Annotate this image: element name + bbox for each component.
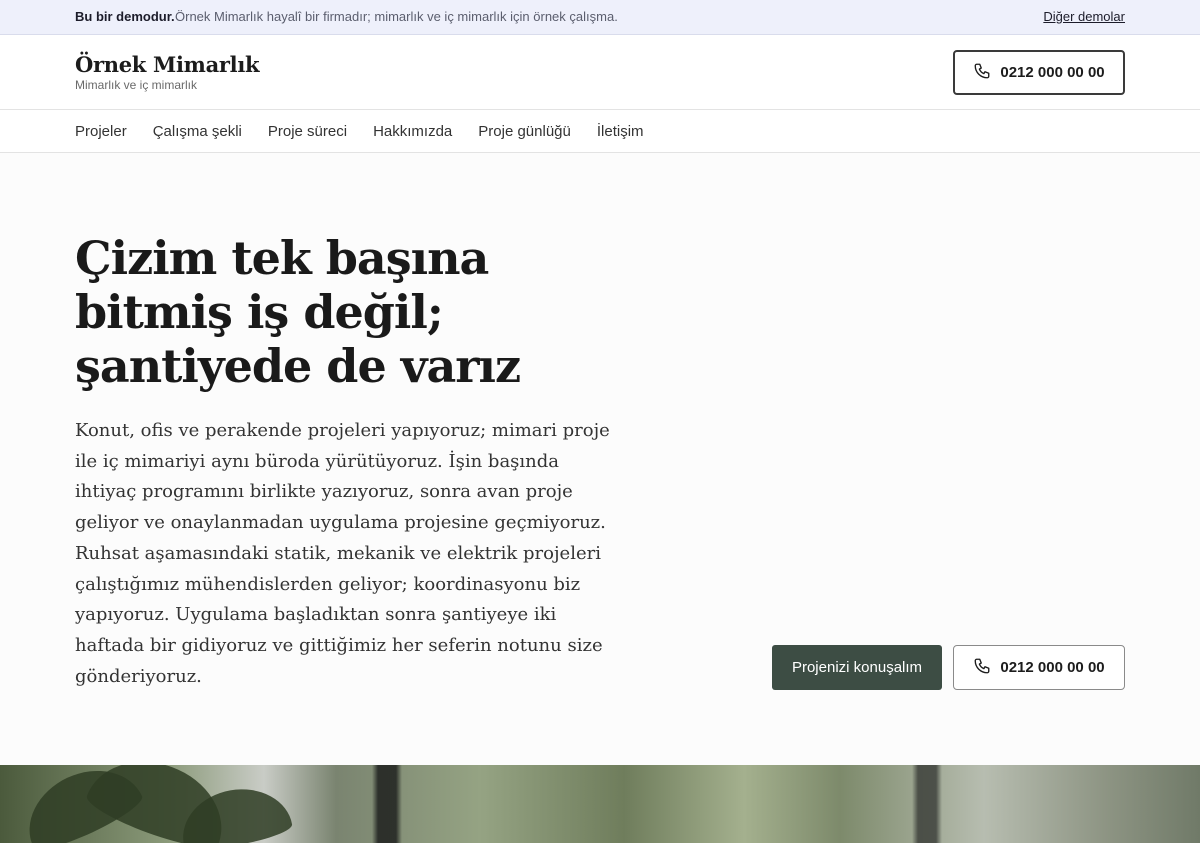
nav-item-proje-gunlugu[interactable]: Proje günlüğü — [478, 123, 571, 140]
hero-lead: Konut, ofis ve perakende projeleri yapıy… — [75, 420, 610, 687]
nav-item-calisma-sekli[interactable]: Çalışma şekli — [153, 123, 242, 140]
brand-name[interactable]: Örnek Mimarlık — [75, 52, 260, 77]
demo-banner: Bu bir demodur. Örnek Mimarlık hayalî bi… — [0, 0, 1200, 35]
hero-title: Çizim tek başına bitmiş iş değil; şantiy… — [75, 231, 521, 393]
demo-banner-note: Örnek Mimarlık hayalî bir firmadır; mima… — [175, 9, 618, 24]
hero-phone-number: 0212 000 00 00 — [1000, 659, 1105, 676]
demo-banner-title: Bu bir demodur. — [75, 9, 175, 24]
main-nav: Projeler Çalışma şekli Proje süreci Hakk… — [0, 110, 1200, 153]
phone-icon — [973, 62, 991, 84]
other-demos-link[interactable]: Diğer demolar — [1043, 9, 1125, 24]
phone-icon — [973, 657, 991, 679]
header-phone-button[interactable]: 0212 000 00 00 — [953, 50, 1125, 95]
brand-tagline: Mimarlık ve iç mimarlık — [75, 78, 197, 92]
office-photo — [0, 765, 1200, 843]
hero-section: Çizim tek başına bitmiş iş değil; şantiy… — [0, 153, 1200, 765]
hero-phone-button[interactable]: 0212 000 00 00 — [953, 645, 1125, 690]
nav-item-projeler[interactable]: Projeler — [75, 123, 127, 140]
nav-item-hakkimizda[interactable]: Hakkımızda — [373, 123, 452, 140]
site-header: Örnek Mimarlık Mimarlık ve iç mimarlık 0… — [0, 35, 1200, 110]
nav-item-proje-sureci[interactable]: Proje süreci — [268, 123, 347, 140]
header-phone-number: 0212 000 00 00 — [1000, 64, 1105, 81]
nav-item-iletisim[interactable]: İletişim — [597, 123, 644, 140]
contact-cta-button[interactable]: Projenizi konuşalım — [772, 645, 942, 690]
